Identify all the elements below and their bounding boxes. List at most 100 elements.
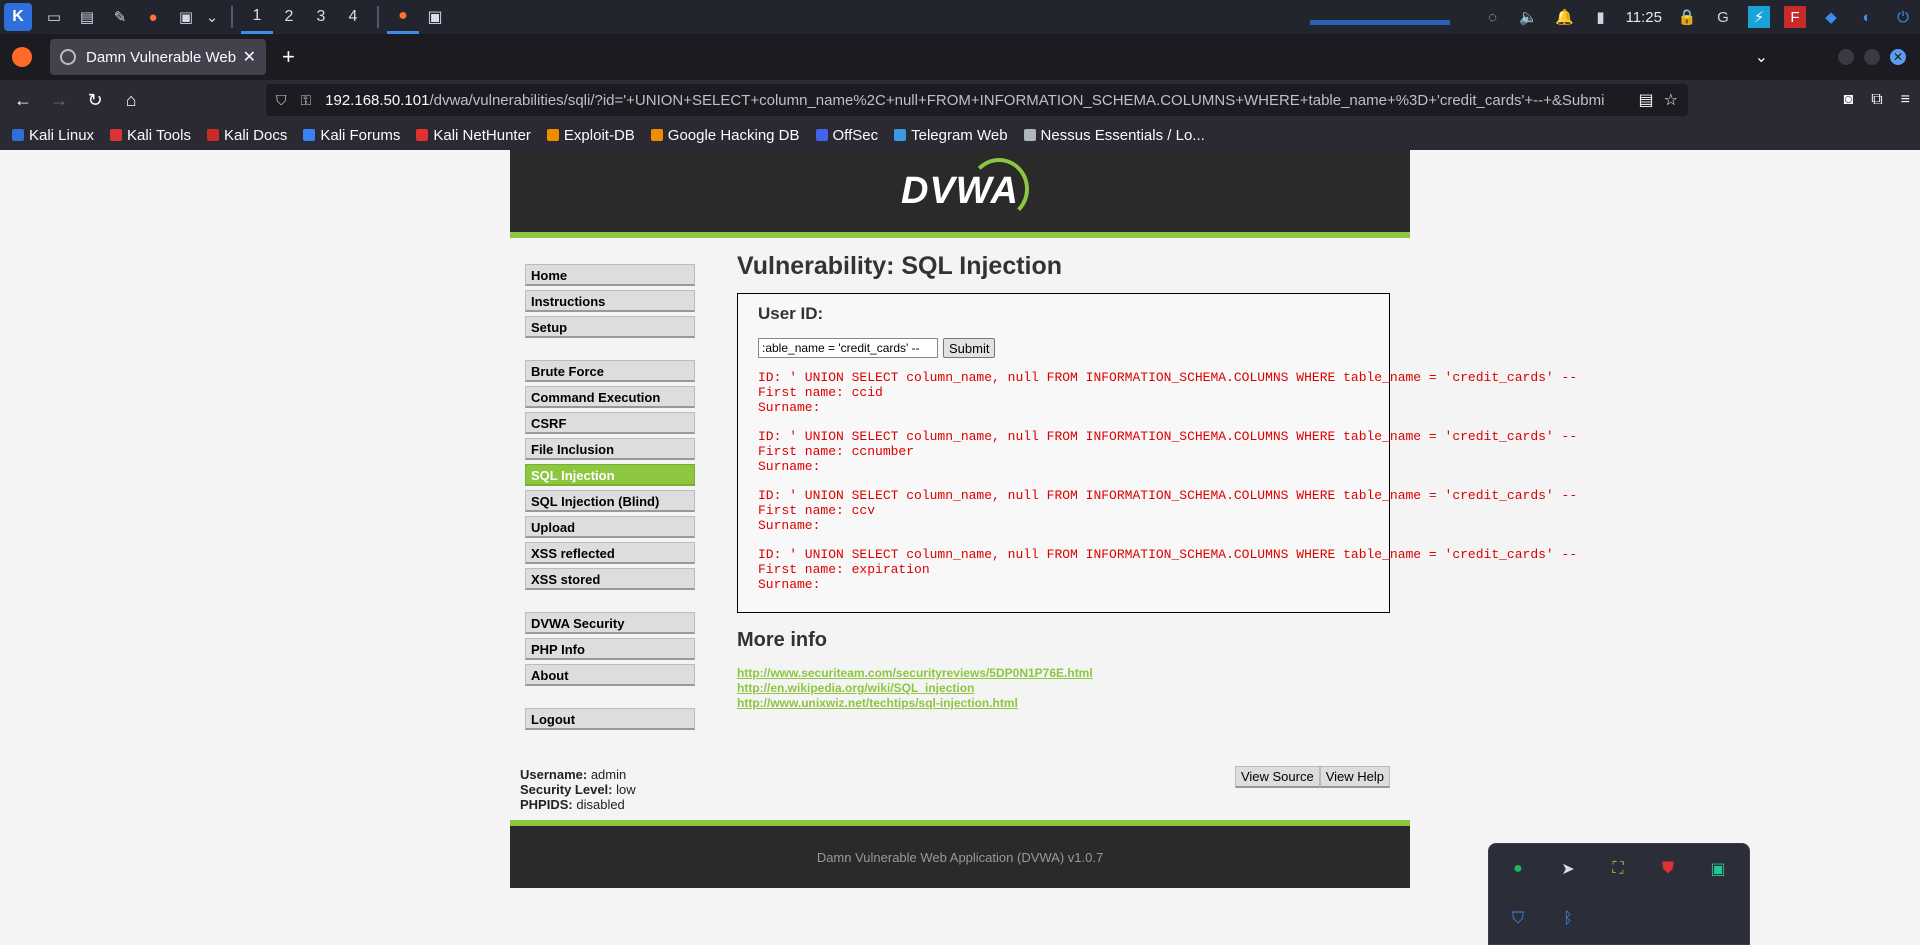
bookmark-icon <box>1023 129 1036 141</box>
volume-icon[interactable]: 🔈 <box>1518 6 1540 28</box>
menu-item-xss-stored[interactable]: XSS stored <box>525 568 695 590</box>
bookmark-label: Kali Forums <box>320 126 401 144</box>
spotify-icon[interactable]: ● <box>1507 858 1529 880</box>
close-tab-icon[interactable]: ✕ <box>243 47 256 67</box>
workspace-3[interactable]: 3 <box>305 0 337 34</box>
refresh-icon[interactable]: ◌ <box>1482 6 1504 28</box>
reader-view-icon[interactable]: ▤ <box>1639 90 1654 110</box>
menu-item-file-inclusion[interactable]: File Inclusion <box>525 438 695 460</box>
workspace-4[interactable]: 4 <box>337 0 369 34</box>
kali-menu-icon[interactable]: K <box>4 3 32 31</box>
more-info-link[interactable]: http://www.securiteam.com/securityreview… <box>737 666 1390 681</box>
bookmark-item[interactable]: OffSec <box>815 127 878 144</box>
menu-item-dvwa-security[interactable]: DVWA Security <box>525 612 695 634</box>
view-source-button[interactable]: View Source <box>1234 766 1320 788</box>
menu-item-csrf[interactable]: CSRF <box>525 412 695 434</box>
google-icon[interactable]: G <box>1712 6 1734 28</box>
query-result: ID: ' UNION SELECT column_name, null FRO… <box>758 547 1578 592</box>
clock[interactable]: 11:25 <box>1626 9 1662 26</box>
bookmark-icon <box>416 129 429 141</box>
maximize-button[interactable] <box>1864 49 1880 65</box>
forward-button[interactable]: → <box>42 83 76 117</box>
firefox-icon[interactable]: ● <box>142 6 164 28</box>
reload-button[interactable]: ↻ <box>78 83 112 117</box>
pocket-icon[interactable]: ◙ <box>1844 91 1854 109</box>
bookmark-star-icon[interactable]: ☆ <box>1664 90 1678 110</box>
menu-item-php-info[interactable]: PHP Info <box>525 638 695 660</box>
back-button[interactable]: ← <box>6 83 40 117</box>
menu-item-home[interactable]: Home <box>525 264 695 286</box>
network-icon[interactable]: ◐ <box>1856 6 1878 28</box>
mcafee-icon[interactable]: ⛊ <box>1657 858 1679 880</box>
workspace-2[interactable]: 2 <box>273 0 305 34</box>
battery-icon[interactable]: ▮ <box>1590 6 1612 28</box>
terminal-window-icon[interactable]: ▣ <box>419 0 451 34</box>
menu-item-about[interactable]: About <box>525 664 695 686</box>
security-shield-icon[interactable]: ⛉ <box>1507 908 1529 930</box>
view-help-button[interactable]: View Help <box>1319 766 1390 788</box>
burp-icon[interactable]: ⚡ <box>1748 6 1770 28</box>
bookmark-item[interactable]: Kali Tools <box>110 127 191 144</box>
bookmark-item[interactable]: Kali Forums <box>303 127 400 144</box>
extensions-icon[interactable]: ⧉ <box>1871 91 1882 109</box>
menu-item-xss-reflected[interactable]: XSS reflected <box>525 542 695 564</box>
terminal-icon[interactable]: ▣ <box>175 6 197 28</box>
lock-icon[interactable]: 🔒 <box>1676 6 1698 28</box>
results-list: ID: ' UNION SELECT column_name, null FRO… <box>758 370 1578 592</box>
screenshot-icon[interactable]: ⛶ <box>1607 858 1629 880</box>
workspace-1[interactable]: 1 <box>241 0 273 34</box>
dvwa-footer: Damn Vulnerable Web Application (DVWA) v… <box>510 820 1410 888</box>
bookmark-item[interactable]: Kali Docs <box>206 127 287 144</box>
menu-item-brute-force[interactable]: Brute Force <box>525 360 695 382</box>
toolbar-right: ◙ ⧉ ≡ <box>1826 80 1910 120</box>
more-info-link[interactable]: http://en.wikipedia.org/wiki/SQL_injecti… <box>737 681 1390 696</box>
telegram-icon[interactable]: ➤ <box>1557 858 1579 880</box>
phpids-label: PHPIDS: <box>520 797 573 812</box>
menu-item-sql-injection[interactable]: SQL Injection <box>525 464 695 486</box>
bookmark-item[interactable]: Google Hacking DB <box>650 127 800 144</box>
menu-item-setup[interactable]: Setup <box>525 316 695 338</box>
chevron-down-icon[interactable]: ⌄ <box>201 6 223 28</box>
username-value: admin <box>590 767 627 782</box>
bookmark-item[interactable]: Kali Linux <box>12 127 94 144</box>
menu-item-instructions[interactable]: Instructions <box>525 290 695 312</box>
bookmark-item[interactable]: Telegram Web <box>894 127 1008 144</box>
filezilla-icon[interactable]: F <box>1784 6 1806 28</box>
shield-icon[interactable]: ⛉ <box>276 92 287 109</box>
minimize-button[interactable] <box>1838 49 1854 65</box>
power-icon[interactable]: ⏻ <box>1892 6 1914 28</box>
more-info-link[interactable]: http://www.unixwiz.net/techtips/sql-inje… <box>737 696 1390 711</box>
vscode-icon[interactable]: ◆ <box>1820 6 1842 28</box>
web-page: DVWA Home Instructions Setup Brute Force Com… <box>0 150 1920 945</box>
bluetooth-icon[interactable]: ᛒ <box>1557 908 1579 930</box>
bell-icon[interactable]: 🔔 <box>1554 6 1576 28</box>
list-tabs-icon[interactable]: ⌄ <box>1755 47 1768 67</box>
bookmark-label: Exploit-DB <box>563 126 635 144</box>
page-info-icon[interactable]: ⚿ <box>301 92 312 109</box>
hamburger-menu-icon[interactable]: ≡ <box>1901 91 1910 109</box>
firefox-window-icon[interactable]: ● <box>387 0 419 34</box>
wallet-icon[interactable]: ▣ <box>1707 858 1729 880</box>
user-id-input[interactable] <box>758 338 938 358</box>
page-title: Vulnerability: SQL Injection <box>737 252 1063 280</box>
new-tab-button[interactable]: + <box>282 44 295 70</box>
text-editor-icon[interactable]: ✎ <box>109 6 131 28</box>
menu-item-sql-injection-blind[interactable]: SQL Injection (Blind) <box>525 490 695 512</box>
menu-item-logout[interactable]: Logout <box>525 708 695 730</box>
firefox-menu-icon[interactable] <box>12 47 32 67</box>
desktop-icon[interactable]: ▭ <box>43 6 65 28</box>
submit-button[interactable]: Submit <box>943 338 996 358</box>
url-bar[interactable]: ⛉ ⚿ 192.168.50.101/dvwa/vulnerabilities/… <box>266 84 1688 116</box>
url-text[interactable]: 192.168.50.101/dvwa/vulnerabilities/sqli… <box>325 92 1628 109</box>
menu-item-upload[interactable]: Upload <box>525 516 695 538</box>
browser-tab[interactable]: Damn Vulnerable Web Ap ✕ <box>50 39 266 75</box>
bookmark-item[interactable]: Kali NetHunter <box>416 127 531 144</box>
bookmark-item[interactable]: Nessus Essentials / Lo... <box>1023 126 1205 144</box>
file-manager-icon[interactable]: ▤ <box>76 6 98 28</box>
bookmark-item[interactable]: Exploit-DB <box>546 126 635 144</box>
menu-item-command-execution[interactable]: Command Execution <box>525 386 695 408</box>
close-window-button[interactable]: ✕ <box>1890 49 1906 65</box>
home-button[interactable]: ⌂ <box>114 83 148 117</box>
tab-title: Damn Vulnerable Web Ap <box>86 48 237 66</box>
bookmark-label: Nessus Essentials / Lo... <box>1040 126 1205 144</box>
